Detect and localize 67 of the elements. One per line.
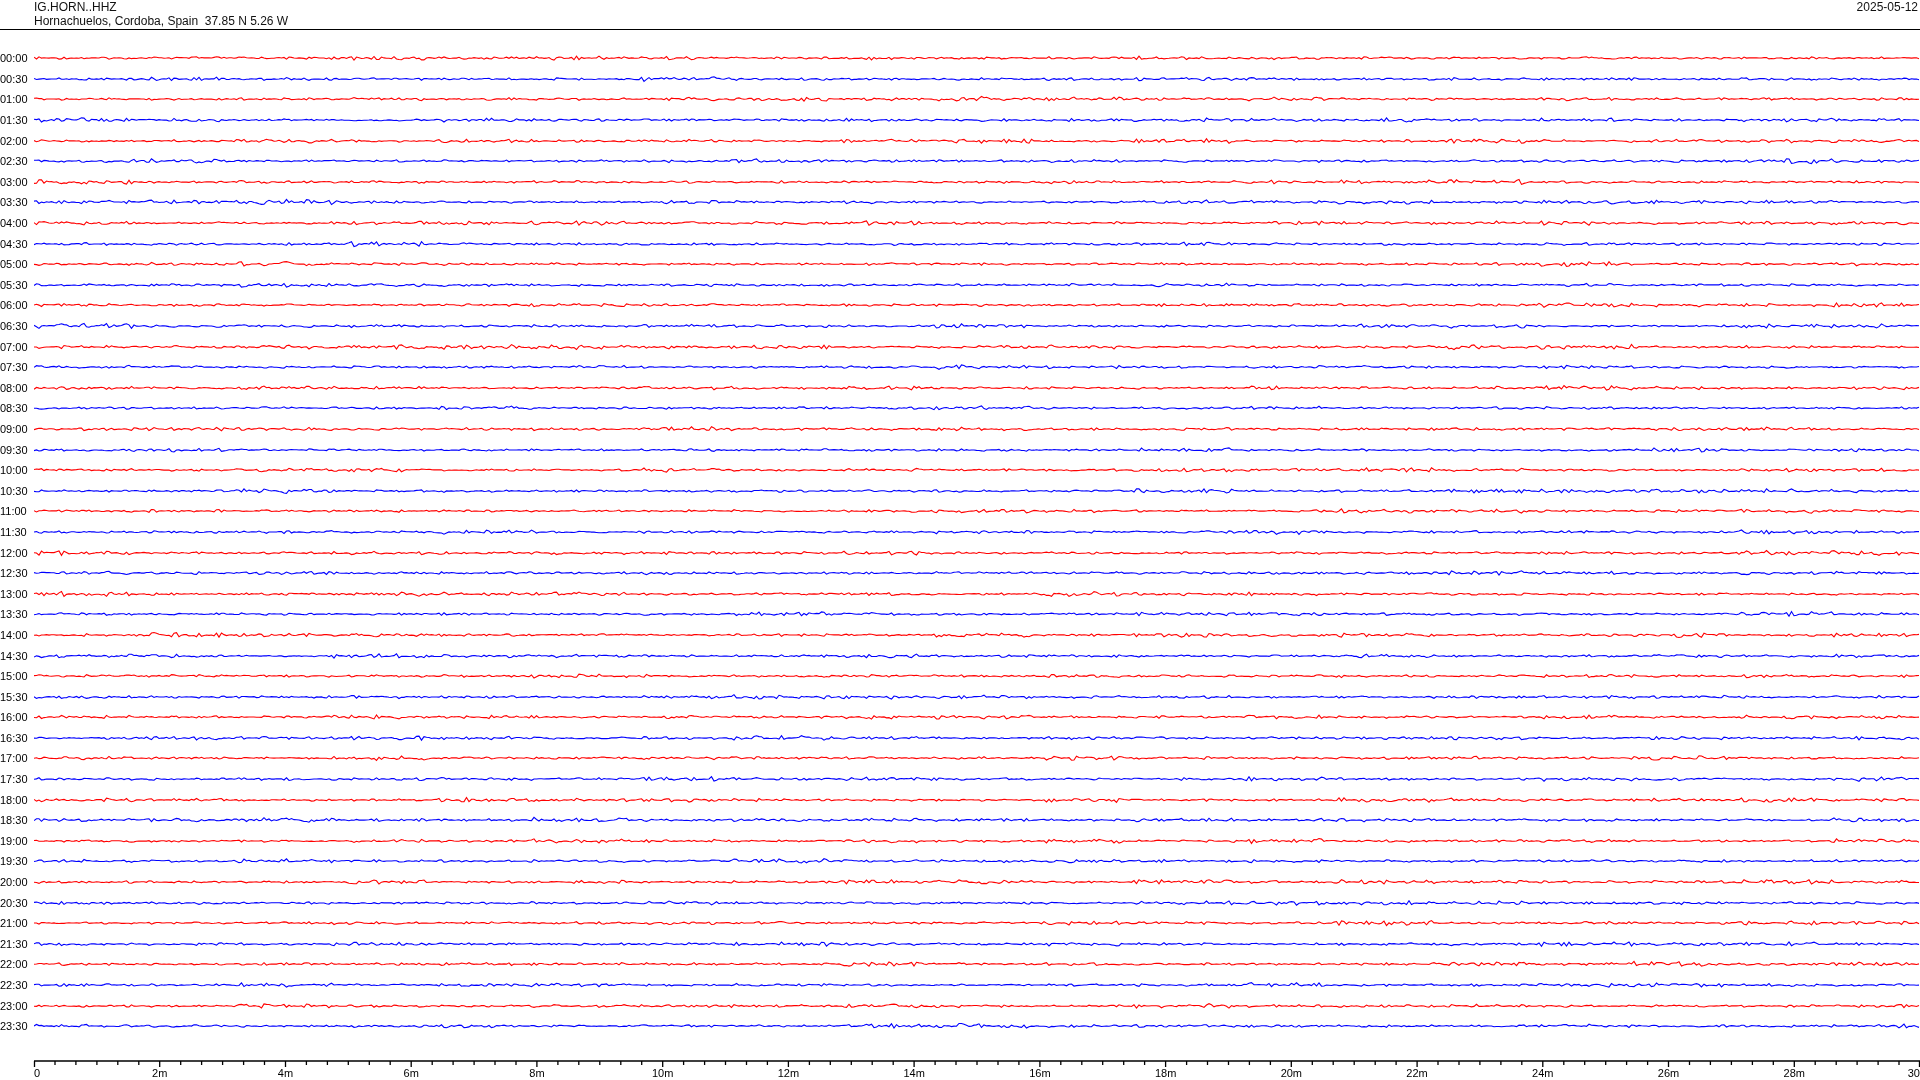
time-label: 14:00 <box>0 628 29 641</box>
time-label: 10:00 <box>0 464 29 477</box>
time-label: 20:30 <box>0 896 29 909</box>
station-code: IG.HORN..HHZ <box>34 0 118 14</box>
axis-tick-label: 14m <box>903 1066 925 1079</box>
time-label: 00:00 <box>0 52 29 65</box>
time-label: 13:30 <box>0 608 29 621</box>
time-label: 09:30 <box>0 443 29 456</box>
time-label: 15:30 <box>0 690 29 703</box>
time-label: 16:00 <box>0 711 29 724</box>
time-label: 22:30 <box>0 979 29 991</box>
time-label: 15:00 <box>0 670 29 683</box>
time-label: 00:30 <box>0 72 29 85</box>
time-label: 03:30 <box>0 196 29 209</box>
time-label: 23:00 <box>0 999 29 1012</box>
time-label: 12:00 <box>0 546 29 559</box>
time-label: 11:30 <box>0 525 28 538</box>
time-label: 20:00 <box>0 876 29 889</box>
time-label: 18:30 <box>0 814 29 827</box>
time-label: 01:00 <box>0 93 29 106</box>
time-label: 02:30 <box>0 155 29 168</box>
time-label: 02:00 <box>0 134 29 147</box>
time-label: 07:00 <box>0 340 29 353</box>
time-label: 06:30 <box>0 320 29 332</box>
time-label: 08:00 <box>0 381 29 394</box>
time-label: 17:30 <box>0 773 29 786</box>
time-label: 09:00 <box>0 423 29 435</box>
time-label: 22:00 <box>0 958 29 971</box>
time-label: 08:30 <box>0 402 29 415</box>
time-label: 13:00 <box>0 587 29 600</box>
axis-tick-label: 22m <box>1406 1066 1428 1079</box>
axis-tick-label: 30 <box>1907 1066 1920 1079</box>
time-label: 11:00 <box>0 505 28 518</box>
axis-tick-label: 8m <box>529 1066 545 1079</box>
time-label: 18:00 <box>0 793 29 806</box>
time-label: 05:30 <box>0 278 29 291</box>
axis-tick-label: 18m <box>1154 1066 1177 1079</box>
axis-tick-label: 10m <box>651 1066 674 1079</box>
date-label: 2025-05-12 <box>1856 0 1918 14</box>
time-label: 16:30 <box>0 731 29 744</box>
axis-tick-label: 16m <box>1029 1066 1051 1079</box>
time-label: 19:00 <box>0 834 29 847</box>
time-label: 23:30 <box>0 1020 29 1033</box>
axis-tick-label: 4m <box>277 1066 294 1079</box>
time-label: 21:00 <box>0 917 29 930</box>
axis-tick-label: 2m <box>152 1066 168 1079</box>
time-label: 10:30 <box>0 484 29 497</box>
time-label: 14:30 <box>0 649 29 662</box>
time-label: 05:00 <box>0 258 29 271</box>
axis-tick-label: 0 <box>34 1066 41 1079</box>
time-label: 06:00 <box>0 299 29 312</box>
axis-tick-label: 28m <box>1783 1066 1805 1079</box>
axis-tick-label: 26m <box>1657 1066 1680 1079</box>
time-label: 12:30 <box>0 567 29 580</box>
time-label: 03:00 <box>0 175 29 188</box>
time-label: 04:00 <box>0 217 29 230</box>
time-label: 07:30 <box>0 361 29 374</box>
time-label: 04:30 <box>0 237 29 250</box>
axis-tick-label: 24m <box>1532 1066 1554 1079</box>
axis-tick-label: 20m <box>1280 1066 1303 1079</box>
time-label: 01:30 <box>0 114 29 127</box>
time-label: 19:30 <box>0 855 29 868</box>
time-label: 17:00 <box>0 752 29 765</box>
axis-tick-label: 12m <box>777 1066 800 1079</box>
station-location: Hornachuelos, Cordoba, Spain 37.85 N 5.26 W <box>34 14 289 28</box>
axis-tick-label: 6m <box>403 1066 419 1079</box>
time-label: 21:30 <box>0 937 29 950</box>
